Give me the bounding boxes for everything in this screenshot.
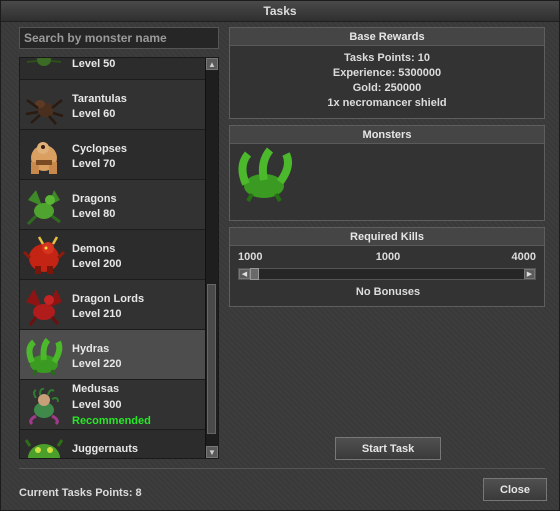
bonus-text: No Bonuses xyxy=(355,286,421,298)
footer-divider xyxy=(19,468,545,469)
medusa-icon xyxy=(22,386,66,426)
monsters-panel: Monsters xyxy=(229,125,545,221)
search-input[interactable] xyxy=(19,27,219,49)
monster-name: Dragon Lords xyxy=(72,293,145,305)
monster-name: Juggernauts xyxy=(72,443,139,455)
window-title: Tasks xyxy=(1,1,559,22)
list-item[interactable]: Hydras Level 220 xyxy=(20,330,206,380)
reward-task-points: Tasks Points: 10 xyxy=(344,52,430,64)
juggernaut-icon xyxy=(22,436,66,458)
scroll-thumb[interactable] xyxy=(207,284,216,434)
monster-level: Level 220 xyxy=(72,358,122,370)
slider-knob[interactable] xyxy=(250,268,259,280)
monsters-title: Monsters xyxy=(230,126,544,144)
close-button[interactable]: Close xyxy=(483,478,547,501)
monster-level: Level 210 xyxy=(72,308,122,320)
monster-level: Level 60 xyxy=(72,108,116,120)
list-item[interactable]: Tarantulas Level 60 xyxy=(20,80,206,130)
reward-item: 1x necromancer shield xyxy=(327,97,447,109)
monster-level: Level 80 xyxy=(72,208,116,220)
monster-name: Dragons xyxy=(72,193,117,205)
base-rewards-title: Base Rewards xyxy=(230,28,544,46)
list-item[interactable]: Cyclopses Level 70 xyxy=(20,130,206,180)
monster-name: Medusas xyxy=(72,383,120,395)
spider-icon xyxy=(22,58,66,76)
tasks-window: Tasks Level 50 xyxy=(0,0,560,511)
list-item[interactable]: Level 50 xyxy=(20,58,206,80)
kills-current: 1000 xyxy=(375,251,401,263)
monster-name: Hydras xyxy=(72,343,110,355)
required-kills-title: Required Kills xyxy=(230,228,544,246)
base-rewards-panel: Base Rewards Tasks Points: 10 Experience… xyxy=(229,27,545,119)
demon-icon xyxy=(22,236,66,276)
start-task-button[interactable]: Start Task xyxy=(335,437,441,460)
list-scrollbar[interactable]: ▲ ▼ xyxy=(205,58,218,458)
monster-level: Level 50 xyxy=(72,58,116,70)
reward-gold: Gold: 250000 xyxy=(352,82,422,94)
scroll-down-button[interactable]: ▼ xyxy=(206,446,218,458)
dragon-icon xyxy=(22,186,66,226)
tarantula-icon xyxy=(22,86,66,126)
list-item[interactable]: Juggernauts xyxy=(20,430,206,458)
monster-level: Level 300 xyxy=(72,399,122,411)
dragon-lord-icon xyxy=(22,286,66,326)
list-item[interactable]: Medusas Level 300 Recommended xyxy=(20,380,206,430)
required-kills-panel: Required Kills 1000 1000 4000 ◀ ▶ No Bon… xyxy=(229,227,545,307)
hydra-icon xyxy=(22,336,66,376)
recommended-badge: Recommended xyxy=(72,415,151,427)
list-item[interactable]: Demons Level 200 xyxy=(20,230,206,280)
monster-level: Level 70 xyxy=(72,158,116,170)
monster-name: Cyclopses xyxy=(72,143,128,155)
reward-experience: Experience: 5300000 xyxy=(332,67,442,79)
monster-list[interactable]: Level 50 Tarantulas Level 60 Cyclopses L… xyxy=(19,57,219,459)
scroll-up-button[interactable]: ▲ xyxy=(206,58,218,70)
hydra-icon xyxy=(234,146,294,207)
kills-slider[interactable]: ◀ ▶ xyxy=(238,268,536,280)
current-task-points: Current Tasks Points: 8 xyxy=(19,487,142,499)
slider-left-arrow[interactable]: ◀ xyxy=(239,269,250,279)
list-item[interactable]: Dragons Level 80 xyxy=(20,180,206,230)
list-item[interactable]: Dragon Lords Level 210 xyxy=(20,280,206,330)
cyclops-icon xyxy=(22,136,66,176)
monster-name: Tarantulas xyxy=(72,93,127,105)
monster-level: Level 200 xyxy=(72,258,122,270)
slider-right-arrow[interactable]: ▶ xyxy=(524,269,535,279)
kills-max: 4000 xyxy=(511,251,536,263)
monster-name: Demons xyxy=(72,243,116,255)
